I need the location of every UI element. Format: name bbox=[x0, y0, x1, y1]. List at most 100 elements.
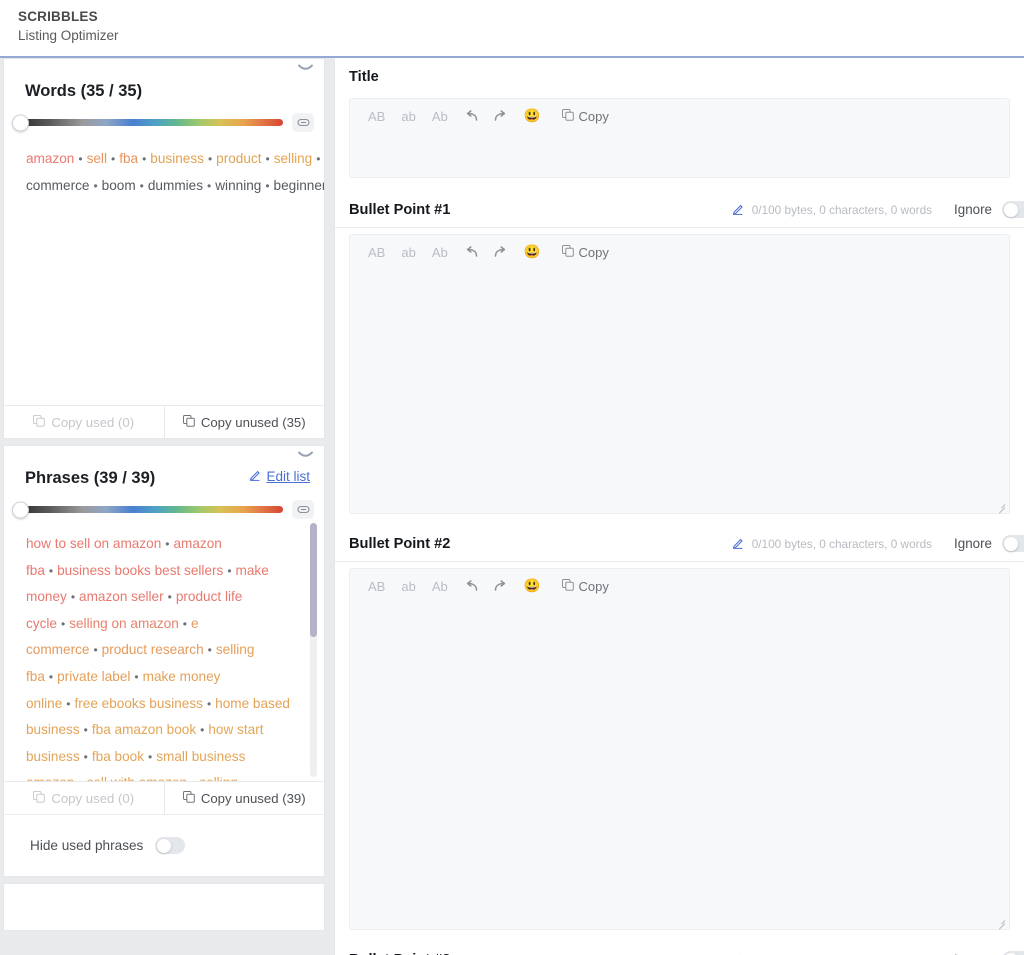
section-header-title: Title bbox=[335, 58, 1024, 92]
phrase-token[interactable]: fba amazon book bbox=[92, 722, 196, 737]
phrase-token[interactable]: sell with amazon bbox=[87, 775, 188, 781]
bullet-3-ignore-toggle[interactable] bbox=[1002, 951, 1024, 955]
title-copy-label: Copy bbox=[578, 108, 609, 124]
copy-icon bbox=[182, 790, 195, 806]
word-token[interactable]: beginners bbox=[274, 178, 324, 193]
phrase-token[interactable]: private label bbox=[57, 669, 130, 684]
copy-icon bbox=[33, 414, 46, 430]
words-color-slider[interactable] bbox=[12, 114, 283, 131]
uppercase-button[interactable]: AB bbox=[360, 580, 393, 593]
titlecase-button[interactable]: Ab bbox=[424, 110, 456, 123]
undo-icon[interactable] bbox=[456, 246, 486, 258]
bullet-2-copy-button[interactable]: Copy bbox=[549, 579, 617, 593]
hide-used-phrases-toggle[interactable] bbox=[155, 837, 186, 854]
words-slider-row bbox=[4, 101, 324, 132]
lowercase-button[interactable]: ab bbox=[393, 246, 423, 259]
word-token[interactable]: business bbox=[150, 151, 204, 166]
title-editor-toolbar: AB ab Ab 😃 Copy bbox=[350, 99, 1009, 127]
token-separator-dot: • bbox=[93, 643, 98, 658]
undo-icon[interactable] bbox=[456, 110, 486, 122]
titlecase-button[interactable]: Ab bbox=[424, 246, 456, 259]
pencil-icon[interactable] bbox=[732, 202, 745, 218]
phrase-token[interactable]: free ebooks business bbox=[74, 696, 202, 711]
uppercase-button[interactable]: AB bbox=[360, 110, 393, 123]
bullet-1-copy-label: Copy bbox=[578, 244, 609, 260]
pencil-icon[interactable] bbox=[732, 536, 745, 552]
words-copy-unused-button[interactable]: Copy unused (35) bbox=[163, 406, 325, 438]
title-copy-button[interactable]: Copy bbox=[549, 109, 617, 123]
redo-icon[interactable] bbox=[486, 580, 516, 592]
token-separator-dot: • bbox=[93, 178, 98, 193]
section-title: Bullet Point #3 bbox=[349, 952, 450, 955]
phrases-color-slider[interactable] bbox=[12, 501, 283, 518]
bullet-2-meta: 0/100 bytes, 0 characters, 0 words bbox=[732, 536, 932, 552]
phrase-token[interactable]: how to sell on amazon bbox=[26, 536, 161, 551]
phrases-copy-used-button[interactable]: Copy used (0) bbox=[4, 782, 164, 814]
bullet-1-meta-label: 0/100 bytes, 0 characters, 0 words bbox=[751, 202, 933, 217]
phrase-token[interactable]: fba book bbox=[92, 749, 144, 764]
words-copy-used-label: Copy used (0) bbox=[51, 414, 135, 430]
phrases-panel-collapse-chevron-down-icon[interactable] bbox=[294, 448, 316, 462]
brand-name: SCRIBBLES bbox=[18, 9, 98, 24]
bullet-2-ignore-label: Ignore bbox=[954, 536, 992, 551]
edit-list-button[interactable]: Edit list bbox=[249, 468, 310, 484]
token-separator-dot: • bbox=[74, 776, 86, 781]
phrase-token[interactable]: product research bbox=[102, 642, 204, 657]
phrases-link-icon[interactable] bbox=[292, 500, 314, 519]
section-header-bullet-1: Bullet Point #1 0/100 bytes, 0 character… bbox=[335, 192, 1024, 228]
section-title: Bullet Point #1 bbox=[349, 201, 451, 218]
word-token[interactable]: amazon bbox=[26, 151, 74, 166]
bullet-2-editor[interactable]: AB ab Ab 😃 Copy bbox=[349, 568, 1010, 930]
word-token[interactable]: selling bbox=[274, 151, 313, 166]
uppercase-button[interactable]: AB bbox=[360, 246, 393, 259]
word-token[interactable]: dummies bbox=[148, 178, 203, 193]
undo-icon[interactable] bbox=[456, 580, 486, 592]
emoji-icon[interactable]: 😃 bbox=[516, 109, 549, 123]
bullet-2-ignore-toggle[interactable] bbox=[1002, 535, 1024, 552]
phrases-scrollbar-thumb[interactable] bbox=[310, 523, 317, 637]
bullet-1-editor[interactable]: AB ab Ab 😃 Copy bbox=[349, 234, 1010, 514]
pencil-icon[interactable] bbox=[732, 952, 745, 955]
titlecase-button[interactable]: Ab bbox=[424, 580, 456, 593]
token-separator-dot: • bbox=[165, 537, 170, 551]
word-token[interactable]: product bbox=[216, 151, 261, 166]
bullet-1-resize-handle[interactable] bbox=[995, 500, 1006, 514]
word-token[interactable]: boom bbox=[102, 178, 136, 193]
phrases-copy-used-label: Copy used (0) bbox=[51, 790, 135, 806]
bullet-2-resize-handle[interactable] bbox=[995, 916, 1006, 930]
phrases-scrollbar[interactable] bbox=[310, 523, 317, 777]
emoji-icon[interactable]: 😃 bbox=[516, 245, 549, 259]
lowercase-button[interactable]: ab bbox=[393, 580, 423, 593]
token-separator-dot: • bbox=[48, 669, 54, 684]
lowercase-button[interactable]: ab bbox=[393, 110, 423, 123]
phrases-scroll-area[interactable]: how to sell on amazon • amazon fba • busines… bbox=[4, 519, 324, 781]
token-separator-dot: • bbox=[207, 643, 212, 658]
words-panel-collapse-chevron-down-icon[interactable] bbox=[294, 61, 316, 75]
words-link-icon[interactable] bbox=[292, 113, 314, 132]
token-separator-dot: • bbox=[182, 616, 187, 631]
listing-editor-column: Title AB ab Ab 😃 Copy Bullet Point #1 0/… bbox=[334, 58, 1024, 955]
emoji-icon[interactable]: 😃 bbox=[516, 579, 549, 593]
redo-icon[interactable] bbox=[486, 110, 516, 122]
redo-icon[interactable] bbox=[486, 246, 516, 258]
token-separator-dot: • bbox=[227, 563, 232, 578]
word-token[interactable]: fba bbox=[119, 151, 138, 166]
word-token[interactable]: sell bbox=[87, 151, 107, 166]
phrase-token[interactable]: amazon seller bbox=[79, 589, 164, 604]
token-separator-dot: • bbox=[48, 563, 54, 578]
phrase-token[interactable]: business books best sellers bbox=[57, 563, 223, 578]
bullet-1-copy-button[interactable]: Copy bbox=[549, 245, 617, 259]
word-token[interactable]: winning bbox=[215, 178, 261, 193]
phrase-token[interactable]: selling on amazon bbox=[69, 616, 179, 631]
phrases-copy-unused-button[interactable]: Copy unused (39) bbox=[163, 782, 325, 814]
words-slider-knob[interactable] bbox=[12, 114, 29, 131]
bullet-1-ignore-toggle[interactable] bbox=[1002, 201, 1024, 218]
words-copy-bar: Copy used (0) Copy unused (35) bbox=[4, 405, 324, 438]
bullet-1-meta: 0/100 bytes, 0 characters, 0 words bbox=[732, 202, 932, 218]
token-separator-dot: • bbox=[70, 590, 76, 605]
copy-icon bbox=[182, 414, 195, 430]
phrases-token-cloud: how to sell on amazon • amazon fba • busines… bbox=[4, 519, 308, 781]
phrases-slider-knob[interactable] bbox=[12, 501, 29, 518]
title-editor[interactable]: AB ab Ab 😃 Copy bbox=[349, 98, 1010, 178]
words-copy-used-button[interactable]: Copy used (0) bbox=[4, 406, 164, 438]
